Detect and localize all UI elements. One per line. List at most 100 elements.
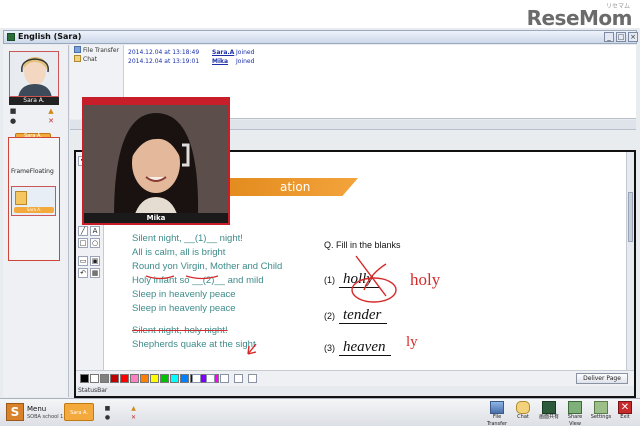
mic-icon[interactable]: ● [9,117,17,125]
color-swatch[interactable] [80,374,89,383]
lesson-banner: ation [228,178,358,196]
image-tool-icon[interactable]: ▦ [90,268,100,278]
page-print-icon[interactable] [248,374,257,383]
camera-icon[interactable]: ■ [9,107,17,115]
bottom-user-badge[interactable]: Sara A. [64,403,94,421]
chat-icon [516,401,530,414]
settings-button[interactable]: Settings [590,401,612,425]
poem-line: Holy infant so __(2)__ and mild [132,275,264,286]
minimize-button[interactable]: _ [604,32,614,42]
window-title: English (Sara) [18,32,82,41]
camera-icon[interactable]: ■ [104,405,111,412]
color-swatch[interactable] [150,374,159,383]
close-button[interactable]: × [628,32,638,42]
video-feed-icon [84,105,228,217]
answer-row: (3) heaven [324,338,392,356]
fill-tool-icon[interactable]: ▣ [90,256,100,266]
chat-button[interactable]: Chat [512,401,534,425]
frame-floating-panel[interactable]: FrameFloating Sara A. [8,137,60,261]
frame-floating-label: FrameFloating [11,168,54,175]
activity-log: 2014.12.04 at 13:18:49 Sara.A Joined 201… [128,48,628,66]
page-edit-icon[interactable] [220,374,229,383]
thumbnail-user-icon [15,191,27,205]
color-swatch[interactable] [160,374,169,383]
student-answer: heaven [339,339,392,356]
tab-file-transfer[interactable]: File Transfer [74,46,119,55]
page-header: ReseMom リセマム [0,0,640,30]
question-text: Q. Fill in the blanks [324,240,401,250]
screen-share-icon [542,401,556,414]
window-titlebar: English (Sara) _ □ × [3,30,638,44]
answer-row: (2) tender [324,306,388,324]
poem-line: Sleep in heavenly peace [132,289,236,300]
poem-line: Silent night, holy night! [132,325,228,336]
log-entry: 2014.12.04 at 13:18:49 Sara.A Joined [128,49,255,56]
user-name-label: Sara A. [9,97,59,105]
color-swatch[interactable] [170,374,179,383]
color-swatch[interactable] [130,374,139,383]
tab-chat[interactable]: Chat [74,55,97,64]
resemom-logo-subtext: リセマム [605,3,630,10]
remove-icon[interactable]: ✕ [130,414,137,421]
frame-thumbnail[interactable]: Sara A. [11,186,56,216]
bottom-taskbar: S Menu SOBA school 1.0.5 Sara A. ■ ● ▲ ✕… [0,398,640,426]
undo-tool-icon[interactable]: ↶ [78,268,88,278]
poem-text: Silent night, __(1)__ night! All is calm… [132,232,312,352]
file-transfer-button[interactable]: File Transfer [486,401,508,426]
eraser-tool-icon[interactable]: ▭ [78,256,88,266]
participants-panel: Sara A. ■ ● ▲ ✕ Sara A. FrameFloating Sa… [3,45,69,397]
file-transfer-icon [74,46,81,53]
rect-tool-icon[interactable]: □ [78,238,88,248]
color-swatch[interactable] [110,374,119,383]
color-palette-bar: Deliver Page [76,370,634,386]
page-add-icon[interactable] [206,374,215,383]
app-icon [7,33,15,41]
status-bar: StatusBar [76,386,634,396]
whiteboard-scrollbar[interactable] [626,152,634,396]
poem-line: Round yon Virgin, Mother and Child [132,261,283,272]
poem-line: Shepherds quake at the sight [132,339,256,350]
page-clear-icon[interactable] [234,374,243,383]
maximize-button[interactable]: □ [616,32,626,42]
warning-icon[interactable]: ▲ [130,405,137,412]
student-answer: holly [339,271,379,288]
ellipse-tool-icon[interactable]: ○ [90,238,100,248]
line-tool-icon[interactable]: ╱ [78,226,88,236]
teacher-correction: ly [406,334,418,350]
app-root: ReseMom リセマム English (Sara) _ □ × Sara A… [0,0,640,426]
scrollbar-thumb[interactable] [628,192,633,242]
avatar-photo-icon [10,52,58,96]
student-answer: tender [339,307,388,324]
share-view-button[interactable]: Share View [564,401,586,426]
color-swatch[interactable] [100,374,109,383]
deliver-page-button[interactable]: Deliver Page [576,373,628,384]
floating-video-window[interactable]: Mika [82,97,230,225]
answer-row: (1) holly [324,270,379,288]
poem-line: All is calm, all is bright [132,247,226,258]
screen-share-button[interactable]: 画面共有 [538,401,560,425]
share-view-icon [568,401,582,414]
log-entry: 2014.12.04 at 13:19:01 Mika Joined [128,58,255,65]
remove-icon[interactable]: ✕ [47,117,55,125]
file-transfer-icon [490,401,504,414]
color-swatch[interactable] [90,374,99,383]
teacher-correction: holy [410,270,441,289]
warning-icon[interactable]: ▲ [47,107,55,115]
chat-icon [74,55,81,62]
video-user-name: Mika [84,213,228,223]
user-controls: ■ ● ▲ ✕ [9,107,59,133]
exit-icon: ✕ [618,401,632,414]
color-swatch[interactable] [180,374,189,383]
frame-thumbnail-pill: Sara A. [14,207,54,213]
poem-line: Sleep in heavenly peace [132,303,236,314]
color-swatch[interactable] [140,374,149,383]
mic-icon[interactable]: ● [104,414,111,421]
user-avatar[interactable] [9,51,59,97]
menu-button[interactable]: Menu [27,405,46,413]
page-prev-icon[interactable] [192,374,201,383]
exit-button[interactable]: ✕ Exit [614,401,636,425]
text-tool-icon[interactable]: A [90,226,100,236]
menu-logo-icon[interactable]: S [6,403,24,421]
color-swatch[interactable] [120,374,129,383]
settings-icon [594,401,608,414]
